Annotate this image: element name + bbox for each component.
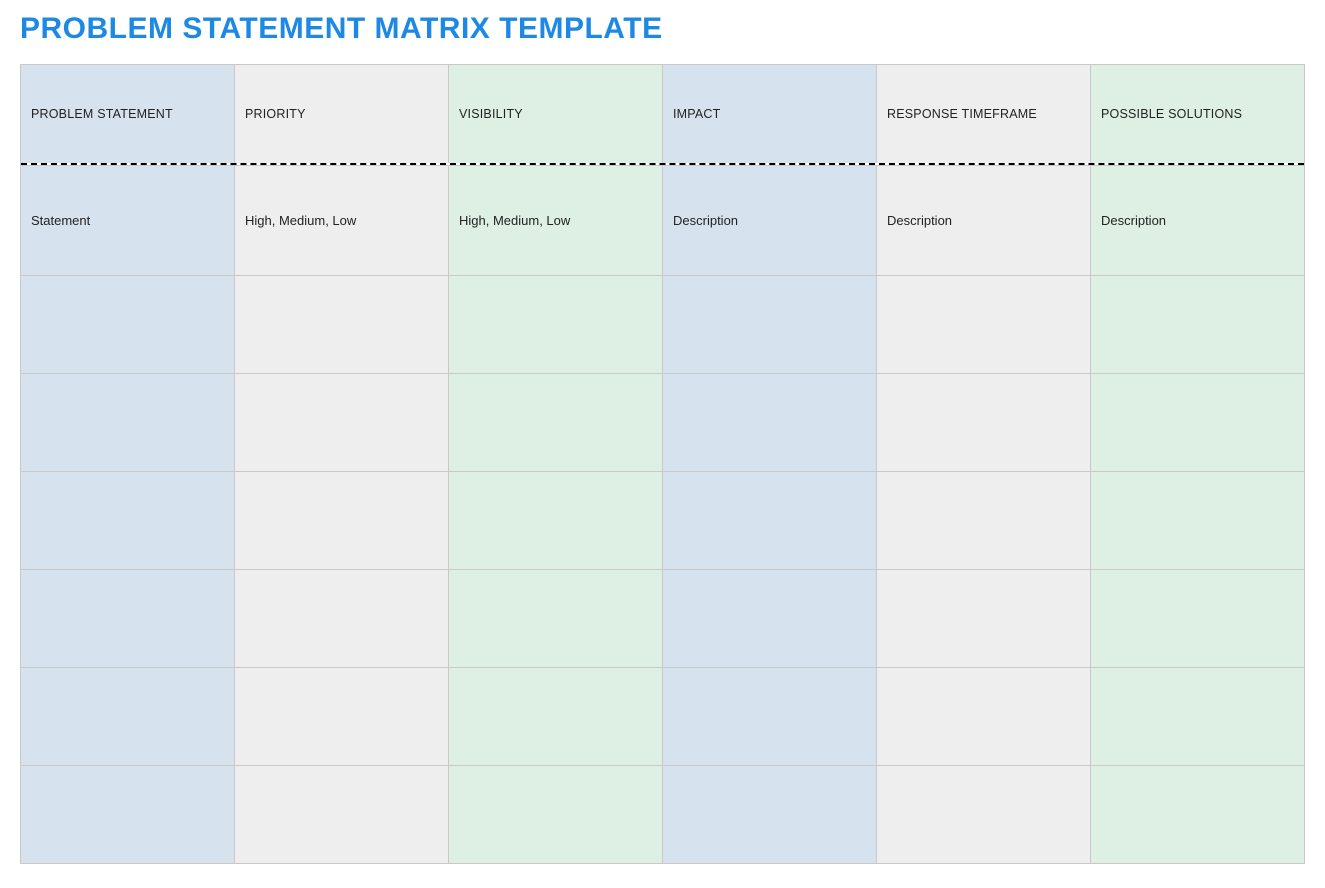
cell-visibility[interactable]: [449, 275, 663, 373]
hint-priority[interactable]: High, Medium, Low: [235, 165, 449, 275]
matrix-header-row: PROBLEM STATEMENT PRIORITY VISIBILITY IM…: [21, 65, 1304, 165]
cell-priority[interactable]: [235, 373, 449, 471]
cell-problem-statement[interactable]: [21, 569, 235, 667]
matrix-data-row: [21, 471, 1304, 569]
cell-impact[interactable]: [663, 569, 877, 667]
hint-possible-solutions[interactable]: Description: [1091, 165, 1304, 275]
cell-possible-solutions[interactable]: [1091, 765, 1304, 863]
col-header-priority: PRIORITY: [235, 65, 449, 163]
cell-response-timeframe[interactable]: [877, 471, 1091, 569]
col-header-problem-statement: PROBLEM STATEMENT: [21, 65, 235, 163]
matrix-data-row: [21, 667, 1304, 765]
hint-impact[interactable]: Description: [663, 165, 877, 275]
cell-possible-solutions[interactable]: [1091, 569, 1304, 667]
cell-possible-solutions[interactable]: [1091, 471, 1304, 569]
hint-response-timeframe[interactable]: Description: [877, 165, 1091, 275]
matrix-data-row: [21, 373, 1304, 471]
hint-visibility[interactable]: High, Medium, Low: [449, 165, 663, 275]
cell-problem-statement[interactable]: [21, 765, 235, 863]
cell-response-timeframe[interactable]: [877, 667, 1091, 765]
cell-impact[interactable]: [663, 765, 877, 863]
page-title: PROBLEM STATEMENT MATRIX TEMPLATE: [20, 12, 1305, 46]
matrix-data-row: [21, 275, 1304, 373]
cell-priority[interactable]: [235, 569, 449, 667]
cell-priority[interactable]: [235, 667, 449, 765]
col-header-possible-solutions: POSSIBLE SOLUTIONS: [1091, 65, 1304, 163]
cell-impact[interactable]: [663, 667, 877, 765]
cell-visibility[interactable]: [449, 471, 663, 569]
cell-problem-statement[interactable]: [21, 275, 235, 373]
cell-priority[interactable]: [235, 765, 449, 863]
cell-possible-solutions[interactable]: [1091, 373, 1304, 471]
cell-impact[interactable]: [663, 373, 877, 471]
cell-priority[interactable]: [235, 471, 449, 569]
matrix-data-row: [21, 765, 1304, 863]
cell-impact[interactable]: [663, 275, 877, 373]
cell-impact[interactable]: [663, 471, 877, 569]
col-header-response-timeframe: RESPONSE TIMEFRAME: [877, 65, 1091, 163]
cell-priority[interactable]: [235, 275, 449, 373]
cell-problem-statement[interactable]: [21, 471, 235, 569]
cell-visibility[interactable]: [449, 765, 663, 863]
matrix-data-row: [21, 569, 1304, 667]
col-header-visibility: VISIBILITY: [449, 65, 663, 163]
cell-visibility[interactable]: [449, 373, 663, 471]
matrix-hint-row: Statement High, Medium, Low High, Medium…: [21, 165, 1304, 275]
cell-possible-solutions[interactable]: [1091, 275, 1304, 373]
cell-problem-statement[interactable]: [21, 373, 235, 471]
cell-response-timeframe[interactable]: [877, 275, 1091, 373]
cell-visibility[interactable]: [449, 569, 663, 667]
cell-response-timeframe[interactable]: [877, 765, 1091, 863]
cell-problem-statement[interactable]: [21, 667, 235, 765]
hint-problem-statement[interactable]: Statement: [21, 165, 235, 275]
cell-visibility[interactable]: [449, 667, 663, 765]
cell-possible-solutions[interactable]: [1091, 667, 1304, 765]
cell-response-timeframe[interactable]: [877, 373, 1091, 471]
matrix-table: PROBLEM STATEMENT PRIORITY VISIBILITY IM…: [20, 64, 1305, 864]
col-header-impact: IMPACT: [663, 65, 877, 163]
cell-response-timeframe[interactable]: [877, 569, 1091, 667]
